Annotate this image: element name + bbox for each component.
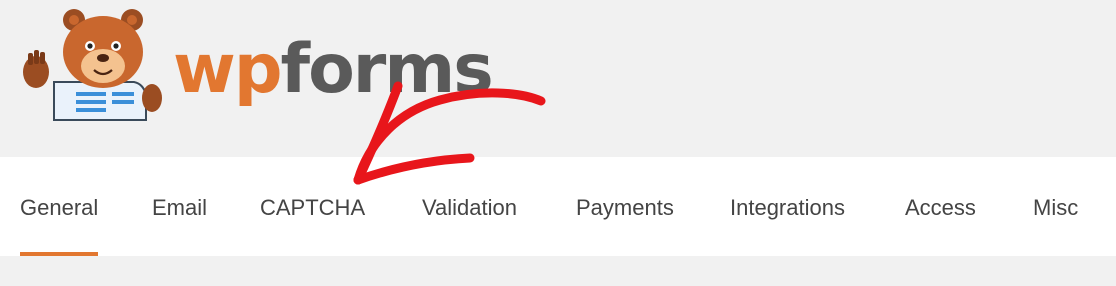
tab-access[interactable]: Access xyxy=(905,157,976,256)
settings-tab-bar: General Email CAPTCHA Validation Payment… xyxy=(0,157,1116,256)
tab-integrations[interactable]: Integrations xyxy=(730,157,845,256)
logo-forms-text: forms xyxy=(280,30,494,109)
tab-general[interactable]: General xyxy=(20,157,99,256)
tab-email[interactable]: Email xyxy=(152,157,207,256)
tab-payments[interactable]: Payments xyxy=(576,157,674,256)
page-header: wpforms xyxy=(0,0,1116,157)
bear-mascot-icon xyxy=(23,9,162,121)
tab-misc[interactable]: Misc xyxy=(1033,157,1078,256)
wpforms-logo: wpforms xyxy=(173,30,494,110)
tab-captcha[interactable]: CAPTCHA xyxy=(260,157,365,256)
tab-validation[interactable]: Validation xyxy=(422,157,517,256)
logo-wp-text: wp xyxy=(173,30,282,109)
